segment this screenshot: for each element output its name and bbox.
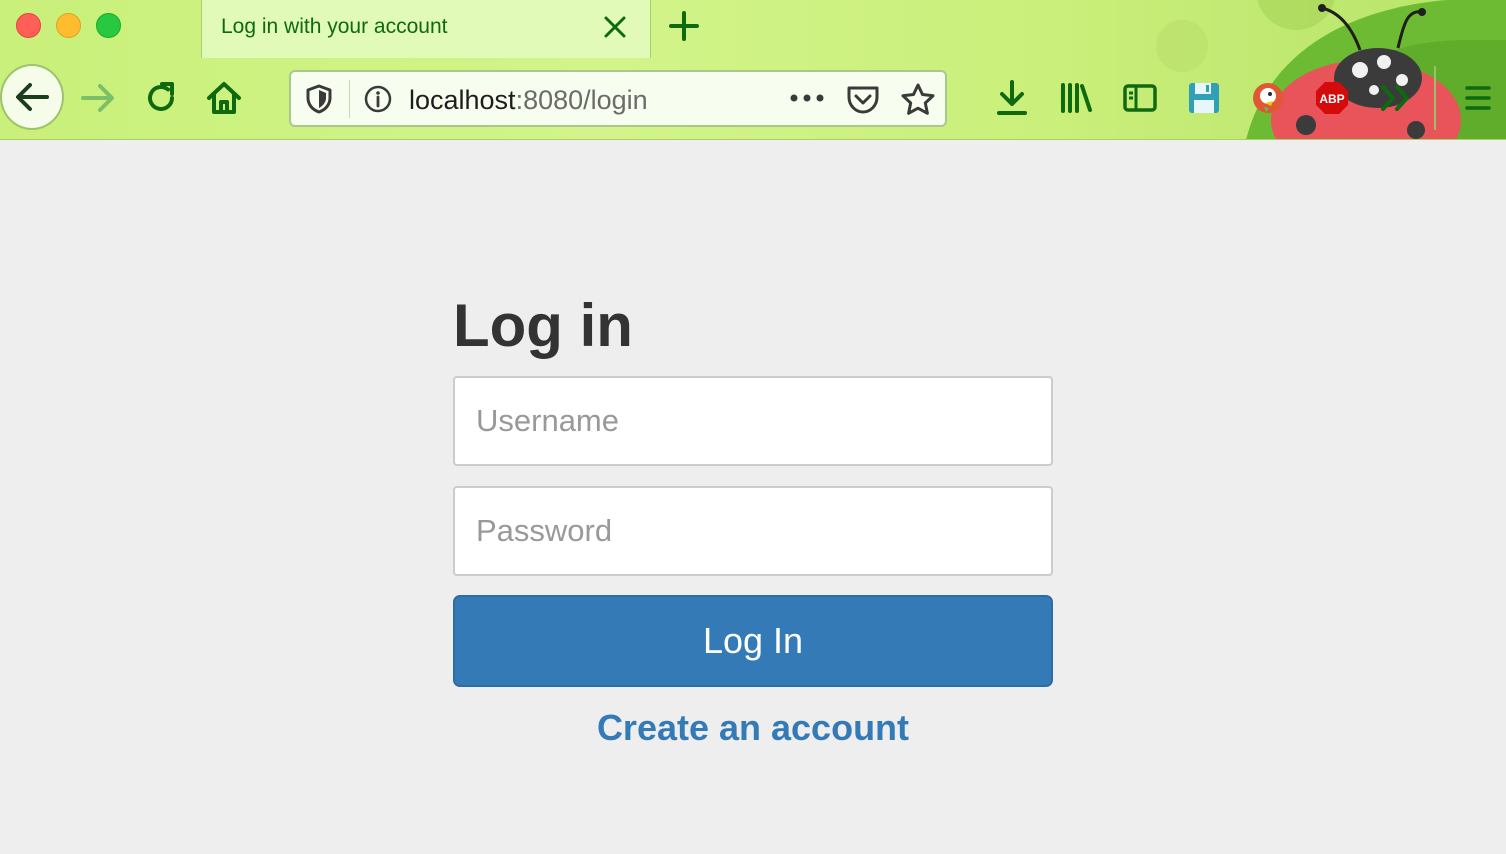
new-tab-icon[interactable]: [666, 6, 702, 46]
library-icon: [1061, 83, 1092, 113]
page-actions-menu-icon[interactable]: [789, 90, 825, 111]
username-input[interactable]: [453, 376, 1053, 466]
address-bar[interactable]: localhost:8080/login: [289, 70, 947, 127]
arrow-right-icon: [81, 84, 114, 112]
download-icon: [997, 80, 1027, 115]
tab-bar: Log in with your account: [0, 0, 1506, 58]
tracking-protection-shield-icon[interactable]: [305, 84, 333, 119]
arrow-left-icon: [16, 83, 49, 111]
password-input[interactable]: [453, 486, 1053, 576]
duckduckgo-icon: [1253, 83, 1283, 113]
downloads-button[interactable]: [992, 78, 1032, 118]
home-button[interactable]: [204, 78, 244, 118]
window-minimize-button[interactable]: [56, 13, 81, 38]
adblock-plus-extension-button[interactable]: ABP: [1312, 78, 1352, 118]
window-close-button[interactable]: [16, 13, 41, 38]
forward-button[interactable]: [78, 78, 118, 118]
double-chevron-right-icon: [1381, 85, 1409, 111]
pocket-icon[interactable]: [846, 84, 880, 119]
home-icon: [207, 82, 241, 114]
url-separator: [349, 80, 350, 118]
adblock-plus-icon: ABP: [1316, 82, 1348, 114]
sidebar-button[interactable]: [1120, 78, 1160, 118]
hamburger-menu-icon: [1465, 86, 1491, 110]
create-account-link[interactable]: Create an account: [453, 707, 1053, 749]
back-button[interactable]: [0, 64, 64, 130]
tab-close-icon[interactable]: [598, 10, 632, 44]
url-path: :8080/login: [515, 85, 648, 115]
toolbar-separator: [1434, 66, 1436, 130]
window-zoom-button[interactable]: [96, 13, 121, 38]
bookmark-star-icon[interactable]: [901, 83, 935, 120]
app-menu-button[interactable]: [1458, 78, 1498, 118]
url-host: localhost: [409, 85, 516, 115]
tab-active[interactable]: Log in with your account: [201, 0, 651, 58]
browser-chrome: Log in with your account localhost:8080/…: [0, 0, 1506, 140]
library-button[interactable]: [1056, 78, 1096, 118]
reload-button[interactable]: [141, 78, 181, 118]
abp-label: ABP: [1319, 92, 1344, 106]
overflow-menu-button[interactable]: [1376, 78, 1416, 118]
save-extension-button[interactable]: [1184, 78, 1224, 118]
site-info-icon[interactable]: [363, 84, 393, 119]
page-content: Log in Log In Create an account: [0, 141, 1506, 854]
reload-icon: [148, 82, 174, 111]
floppy-disk-icon: [1189, 83, 1219, 113]
navigation-toolbar: localhost:8080/login ABP: [0, 58, 1506, 139]
login-button[interactable]: Log In: [453, 595, 1053, 687]
duckduckgo-extension-button[interactable]: [1248, 78, 1288, 118]
tab-title: Log in with your account: [221, 15, 448, 38]
url-text[interactable]: localhost:8080/login: [409, 85, 648, 116]
sidebar-icon: [1123, 84, 1157, 112]
page-title: Log in: [453, 292, 633, 359]
